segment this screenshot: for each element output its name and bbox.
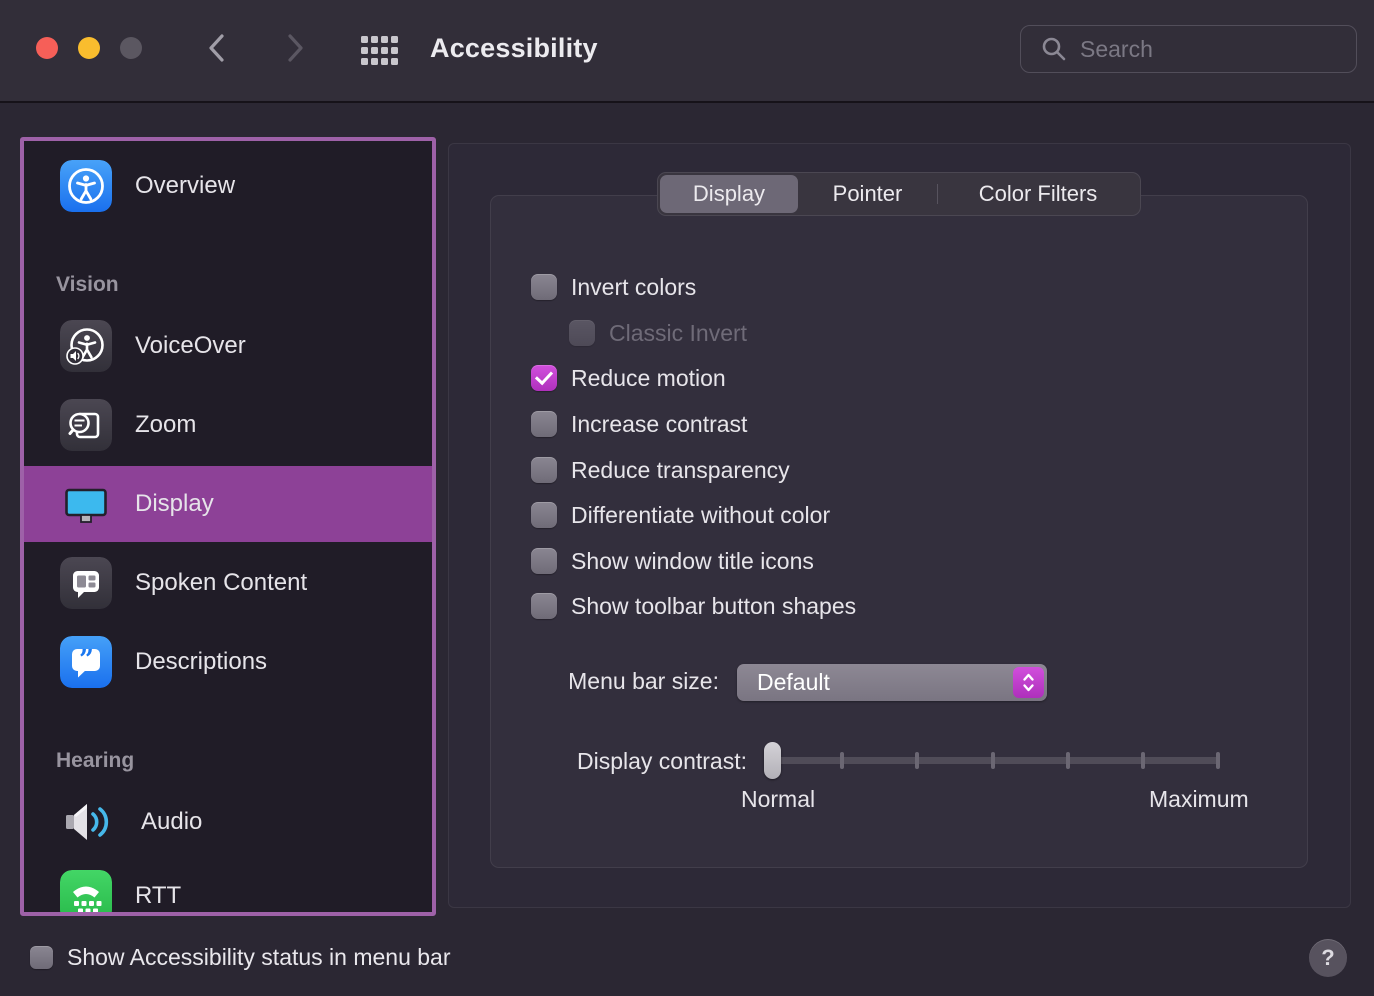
slider-tick: [1141, 752, 1145, 769]
checkbox-reduce-motion[interactable]: Reduce motion: [531, 363, 726, 393]
checkbox-label: Differentiate without color: [571, 502, 830, 529]
popup-stepper: [1013, 667, 1044, 698]
checkbox-differentiate-without-color[interactable]: Differentiate without color: [531, 500, 830, 530]
footer-status-checkbox-row[interactable]: Show Accessibility status in menu bar: [30, 944, 451, 971]
checkbox-icon[interactable]: [531, 593, 557, 619]
sidebar-item-label: Descriptions: [135, 648, 267, 676]
sidebar-item-overview[interactable]: Overview: [24, 148, 432, 224]
display-contrast-label: Display contrast:: [515, 748, 747, 775]
sidebar-item-zoom[interactable]: Zoom: [24, 387, 432, 463]
accessibility-overview-icon: [60, 160, 112, 212]
checkbox-classic-invert: Classic Invert: [569, 318, 747, 348]
display-contrast-slider[interactable]: [765, 742, 1220, 779]
help-button[interactable]: ?: [1309, 939, 1347, 977]
zoom-window-button: [120, 37, 142, 59]
checkbox-icon: [569, 320, 595, 346]
minimize-window-button[interactable]: [78, 37, 100, 59]
zoom-icon: [60, 399, 112, 451]
sidebar-section-hearing: Hearing: [56, 749, 134, 773]
svg-text:”: ”: [79, 645, 94, 675]
slider-min-label: Normal: [741, 786, 815, 813]
checkbox-label: Show window title icons: [571, 548, 814, 575]
voiceover-icon: [60, 320, 112, 372]
forward-button[interactable]: [277, 30, 313, 66]
checkbox-label: Invert colors: [571, 274, 696, 301]
sidebar-item-label: VoiceOver: [135, 332, 246, 360]
audio-icon: [60, 796, 118, 848]
sidebar-item-spoken-content[interactable]: Spoken Content: [24, 545, 432, 621]
slider-max-label: Maximum: [1149, 786, 1249, 813]
sidebar-item-display[interactable]: Display: [24, 466, 432, 542]
checkbox-icon[interactable]: [531, 274, 557, 300]
checkbox-increase-contrast[interactable]: Increase contrast: [531, 409, 747, 439]
footer-checkbox-label: Show Accessibility status in menu bar: [67, 944, 451, 971]
sidebar-item-label: Display: [135, 490, 214, 518]
checkbox-label: Classic Invert: [609, 320, 747, 347]
checkbox-label: Reduce transparency: [571, 457, 790, 484]
checkbox-icon[interactable]: [30, 946, 53, 969]
sidebar-item-descriptions[interactable]: ” Descriptions: [24, 624, 432, 700]
chevron-right-icon: [282, 31, 308, 65]
rtt-icon: [60, 870, 112, 916]
descriptions-icon: ”: [60, 636, 112, 688]
chevron-left-icon: [204, 31, 230, 65]
search-input[interactable]: Search: [1020, 25, 1357, 73]
close-window-button[interactable]: [36, 37, 58, 59]
checkbox-reduce-transparency[interactable]: Reduce transparency: [531, 455, 790, 485]
sidebar-item-label: Overview: [135, 172, 235, 200]
sidebar-item-audio[interactable]: Audio: [24, 784, 432, 860]
tab-display[interactable]: Display: [660, 175, 798, 213]
slider-tick: [840, 752, 844, 769]
title-bar: Accessibility Search: [0, 0, 1374, 103]
search-placeholder: Search: [1080, 36, 1153, 63]
menu-bar-size-popup[interactable]: Default: [737, 664, 1047, 701]
checkbox-label: Show toolbar button shapes: [571, 593, 856, 620]
slider-tick: [1066, 752, 1070, 769]
search-icon: [1041, 36, 1067, 62]
sidebar-item-label: Audio: [141, 808, 202, 836]
grid-icon: [360, 35, 400, 67]
checkbox-show-toolbar-button-shapes[interactable]: Show toolbar button shapes: [531, 591, 856, 621]
slider-thumb[interactable]: [764, 742, 781, 779]
display-icon: [60, 478, 112, 530]
checkbox-label: Reduce motion: [571, 365, 726, 392]
checkbox-icon-checked[interactable]: [531, 365, 557, 391]
checkbox-icon[interactable]: [531, 457, 557, 483]
checkbox-icon[interactable]: [531, 502, 557, 528]
slider-tick: [915, 752, 919, 769]
show-all-preferences-button[interactable]: [358, 29, 402, 73]
page-title: Accessibility: [430, 33, 598, 64]
popup-value: Default: [757, 669, 830, 696]
sidebar: Overview Vision VoiceOver: [20, 137, 436, 916]
slider-tick: [1216, 752, 1220, 769]
slider-tick: [991, 752, 995, 769]
tab-color-filters[interactable]: Color Filters: [938, 175, 1138, 213]
checkbox-icon[interactable]: [531, 548, 557, 574]
checkbox-label: Increase contrast: [571, 411, 747, 438]
tab-pointer[interactable]: Pointer: [798, 175, 937, 213]
sidebar-item-label: Zoom: [135, 411, 196, 439]
sidebar-section-vision: Vision: [56, 273, 119, 297]
checkbox-invert-colors[interactable]: Invert colors: [531, 272, 696, 302]
tab-bar: Display Pointer Color Filters: [657, 172, 1141, 216]
sidebar-item-rtt[interactable]: RTT: [24, 858, 432, 916]
back-button[interactable]: [199, 30, 235, 66]
sidebar-item-voiceover[interactable]: VoiceOver: [24, 308, 432, 384]
sidebar-item-label: RTT: [135, 882, 181, 910]
spoken-content-icon: [60, 557, 112, 609]
checkbox-icon[interactable]: [531, 411, 557, 437]
menu-bar-size-label: Menu bar size:: [515, 668, 719, 695]
sidebar-item-label: Spoken Content: [135, 569, 307, 597]
checkbox-show-window-title-icons[interactable]: Show window title icons: [531, 546, 814, 576]
chevron-up-down-icon: [1021, 671, 1036, 694]
